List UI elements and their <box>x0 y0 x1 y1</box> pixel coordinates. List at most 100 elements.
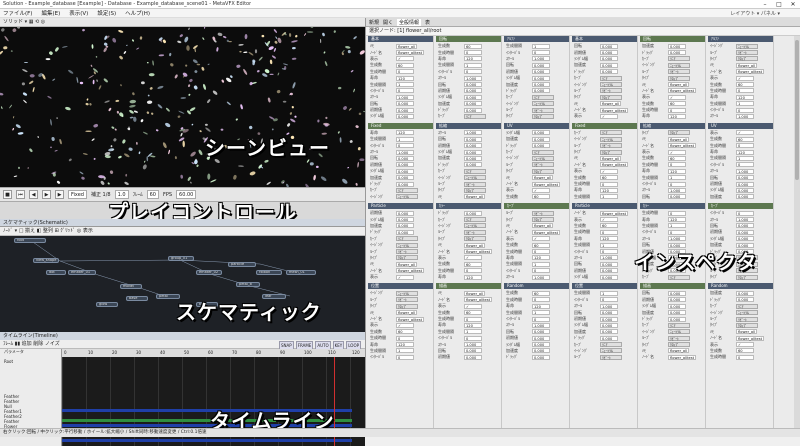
property-value[interactable]: 0.000 <box>600 62 618 68</box>
property-value[interactable]: 0.000 <box>532 348 550 354</box>
property-value[interactable]: 1 <box>600 242 618 248</box>
property-value[interactable]: flower_alltest <box>668 354 696 360</box>
panel-header[interactable]: ｶﾗｰ <box>436 202 501 209</box>
panel-header[interactable]: 回転 <box>436 36 501 42</box>
property-value[interactable]: ｸﾛｯﾌﾟ <box>464 236 486 242</box>
property-value[interactable]: flower_alltest <box>736 335 764 341</box>
property-value[interactable]: 0.000 <box>668 310 686 316</box>
close-icon[interactable]: ✕ <box>786 1 800 8</box>
property-value[interactable]: ﾘﾆｱ <box>668 274 690 280</box>
property-value[interactable]: flower_alltest <box>600 210 628 216</box>
property-value[interactable]: ｸﾛｯﾌﾟ <box>736 56 758 62</box>
property-value[interactable]: ﾆｭｰﾄﾗﾙ <box>600 136 622 142</box>
property-value[interactable]: 0.000 <box>736 181 754 187</box>
property-value[interactable]: flower_all <box>464 242 486 248</box>
schematic-node[interactable]: ribbon <box>256 270 282 275</box>
property-value[interactable]: ✓ <box>668 94 686 100</box>
property-value[interactable]: ｸﾛｯﾌﾟ <box>532 113 554 119</box>
property-value[interactable]: flower_alltest <box>532 229 560 235</box>
property-value[interactable]: flower_all <box>736 62 758 68</box>
menu-settings[interactable]: 設定(S) <box>97 9 116 17</box>
property-value[interactable]: 0 <box>668 210 686 216</box>
panel-header[interactable]: ｶｰﾌﾞ <box>504 202 569 209</box>
property-value[interactable]: flower_all <box>396 43 418 49</box>
property-value[interactable]: 1.000 <box>464 342 482 348</box>
property-value[interactable]: ✓ <box>464 255 482 261</box>
property-value[interactable]: 0.000 <box>532 62 550 68</box>
property-value[interactable]: ﾆｭｰﾄﾗﾙ <box>396 290 418 296</box>
property-value[interactable]: 60 <box>600 223 618 229</box>
property-value[interactable]: 1 <box>396 82 414 88</box>
schematic-node[interactable]: base <box>126 296 148 301</box>
property-value[interactable]: 1 <box>668 223 686 229</box>
property-value[interactable]: 0.000 <box>396 175 414 181</box>
property-value[interactable]: flower_all <box>532 223 554 229</box>
property-value[interactable]: 0 <box>532 297 550 303</box>
property-value[interactable]: 1.000 <box>668 236 686 242</box>
property-value[interactable]: 120 <box>396 75 414 81</box>
property-value[interactable]: 0 <box>464 335 482 341</box>
property-value[interactable]: 60 <box>464 261 482 267</box>
property-value[interactable]: 120 <box>736 94 754 100</box>
play-icon[interactable]: ▶ <box>42 190 51 199</box>
property-value[interactable]: 1.000 <box>532 274 550 280</box>
property-value[interactable]: 0.000 <box>396 155 414 161</box>
property-value[interactable]: 1.000 <box>736 217 754 223</box>
property-value[interactable]: flower_alltest <box>668 88 696 94</box>
panel-header[interactable]: ｶﾗｰ <box>640 202 705 209</box>
property-value[interactable]: 0.000 <box>600 69 618 75</box>
step-back-icon[interactable]: ◀ <box>29 190 38 199</box>
schematic-node[interactable]: emitter_02 <box>196 270 222 275</box>
panel-header[interactable]: 位置 <box>572 283 637 290</box>
property-value[interactable]: 0.000 <box>396 168 414 174</box>
property-value[interactable]: 0.000 <box>600 322 618 328</box>
property-value[interactable]: 0.000 <box>464 94 482 100</box>
property-value[interactable]: 0.000 <box>532 335 550 341</box>
property-value[interactable]: 0.000 <box>464 210 482 216</box>
schematic-node[interactable]: view_shape <box>33 258 59 263</box>
property-value[interactable]: 120 <box>668 113 686 119</box>
property-value[interactable]: 0.000 <box>736 194 754 200</box>
property-value[interactable]: ﾘﾆｱ <box>600 342 622 348</box>
property-value[interactable]: 1.000 <box>396 149 414 155</box>
property-value[interactable]: 1.000 <box>532 322 550 328</box>
property-value[interactable]: 0.000 <box>736 223 754 229</box>
schematic-node[interactable]: petal_b <box>236 282 260 287</box>
tab-table[interactable]: 表 <box>425 19 430 26</box>
property-value[interactable]: flower_all <box>668 348 690 354</box>
property-value[interactable]: flower_alltest <box>464 297 492 303</box>
property-value[interactable]: 60 <box>736 136 754 142</box>
property-value[interactable]: 1 <box>736 155 754 161</box>
property-value[interactable]: 1.000 <box>532 56 550 62</box>
minimize-icon[interactable]: – <box>758 1 772 8</box>
property-value[interactable]: 0.000 <box>736 236 754 242</box>
property-value[interactable]: 0.000 <box>464 107 482 113</box>
panel-header[interactable]: 基本 <box>368 36 433 42</box>
property-value[interactable]: 60 <box>532 290 550 296</box>
property-value[interactable]: ｸﾛｯﾌﾟ <box>396 255 418 261</box>
property-value[interactable]: 0.000 <box>600 56 618 62</box>
property-value[interactable]: ﾆｭｰﾄﾗﾙ <box>396 194 418 200</box>
property-value[interactable]: 0.000 <box>600 43 618 49</box>
property-value[interactable]: 60 <box>464 43 482 49</box>
schematic-node[interactable]: dot <box>46 270 66 275</box>
scroll-thumb[interactable] <box>795 40 799 180</box>
property-value[interactable]: 0 <box>396 88 414 94</box>
property-value[interactable]: ﾘﾋﾟｰﾄ <box>600 143 622 149</box>
property-value[interactable]: 0 <box>396 143 414 149</box>
property-value[interactable]: 0.000 <box>600 261 618 267</box>
schematic-node[interactable]: model <box>120 284 142 289</box>
panel-header[interactable]: Particle <box>572 202 637 209</box>
property-value[interactable]: 0.000 <box>668 303 686 309</box>
property-value[interactable]: 1 <box>396 136 414 142</box>
property-value[interactable]: 0.000 <box>464 88 482 94</box>
panel-header[interactable]: 回転 <box>640 36 705 42</box>
property-value[interactable]: 1 <box>600 290 618 296</box>
property-value[interactable]: 0.000 <box>668 297 686 303</box>
property-value[interactable]: 0.000 <box>396 113 414 119</box>
property-value[interactable]: 0.000 <box>600 335 618 341</box>
property-value[interactable]: 1.000 <box>736 113 754 119</box>
panel-header[interactable]: 位置 <box>368 283 433 290</box>
property-value[interactable]: 1 <box>600 194 618 200</box>
property-value[interactable]: 0.000 <box>600 268 618 274</box>
